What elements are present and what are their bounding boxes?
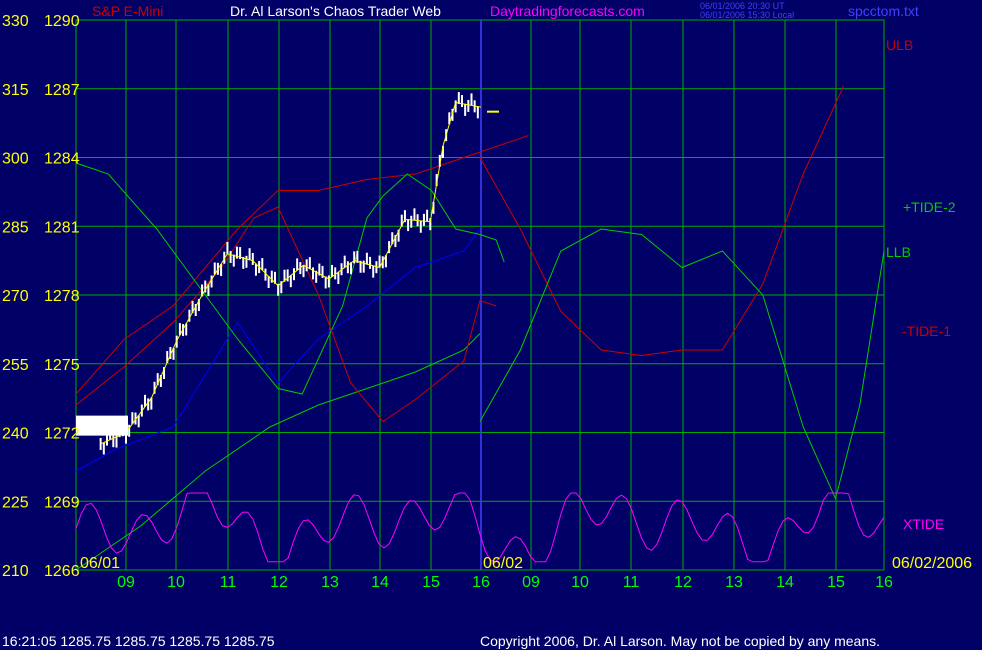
series-label-plus-tide: +TIDE-2 xyxy=(903,199,956,215)
x-tick: 09 xyxy=(117,574,135,591)
y-tick-price: 1287 xyxy=(44,82,80,99)
date-end: 06/02/2006 xyxy=(892,555,972,572)
site-url: Daytradingforecasts.com xyxy=(490,3,645,19)
series-label-llb: LLB xyxy=(886,244,911,260)
y-tick-price: 1290 xyxy=(44,13,80,30)
date-start: 06/01 xyxy=(80,555,120,572)
site-title: Dr. Al Larson's Chaos Trader Web xyxy=(230,3,441,19)
x-tick: 12 xyxy=(270,574,288,591)
y-tick-cycle: 330 xyxy=(2,13,29,30)
y-tick-price: 1281 xyxy=(44,219,80,236)
timestamp-local: 06/01/2006 15:30 Local xyxy=(700,10,794,20)
x-tick: 10 xyxy=(167,574,185,591)
y-tick-price: 1278 xyxy=(44,288,80,305)
y-tick-cycle: 300 xyxy=(2,151,29,168)
x-tick: 11 xyxy=(220,574,237,591)
y-tick-cycle: 255 xyxy=(2,357,29,374)
ulb-day1 xyxy=(75,135,529,395)
series-label-xtide: XTIDE xyxy=(903,516,944,532)
y-tick-price: 1284 xyxy=(44,151,80,168)
series-label-minus-tide: -TIDE-1 xyxy=(902,323,951,339)
x-tick: 15 xyxy=(827,574,845,591)
date-divider: 06/02 xyxy=(483,555,523,572)
y-tick-cycle: 270 xyxy=(2,288,29,305)
x-tick: 16 xyxy=(875,574,893,591)
y-tick-cycle: 210 xyxy=(2,563,29,580)
x-tick: 13 xyxy=(321,574,339,591)
chart-labels: 330 1290 315 1287 300 1284 285 1281 270 1278 255 12… xyxy=(2,1,972,649)
chaos-trader-chart: 330 1290 315 1287 300 1284 285 1281 270 1278 255 12… xyxy=(2,1,972,649)
x-tick: 12 xyxy=(674,574,692,591)
y-tick-cycle: 315 xyxy=(2,82,29,99)
footer-quote: 16:21:05 1285.75 1285.75 1285.75 1285.75 xyxy=(2,633,275,649)
y-tick-price: 1269 xyxy=(44,494,80,511)
y-tick-price: 1275 xyxy=(44,357,80,374)
chart-series xyxy=(75,85,885,571)
x-tick: 11 xyxy=(623,574,640,591)
x-tick: 16 xyxy=(472,574,490,591)
y-tick-cycle: 240 xyxy=(2,426,29,443)
x-tick: 13 xyxy=(725,574,743,591)
instrument-name: S&P E-Mini xyxy=(92,3,163,19)
minus-tide-day1 xyxy=(75,206,497,423)
llb-day1 xyxy=(75,333,481,571)
chart-file: spcctom.txt xyxy=(848,3,919,19)
y-tick-price: 1272 xyxy=(44,426,80,443)
x-tick: 14 xyxy=(371,574,389,591)
series-label-ulb: ULB xyxy=(886,37,913,53)
x-tick: 09 xyxy=(522,574,540,591)
blue-ma xyxy=(75,228,481,472)
y-tick-price: 1266 xyxy=(44,563,80,580)
y-tick-cycle: 225 xyxy=(2,494,29,511)
xtide-line xyxy=(75,492,885,563)
y-tick-cycle: 285 xyxy=(2,219,29,236)
x-tick: 10 xyxy=(571,574,589,591)
x-tick: 15 xyxy=(422,574,440,591)
footer-copyright: Copyright 2006, Dr. Al Larson. May not b… xyxy=(480,633,880,649)
x-tick: 14 xyxy=(776,574,794,591)
opening-range-box xyxy=(76,415,128,436)
